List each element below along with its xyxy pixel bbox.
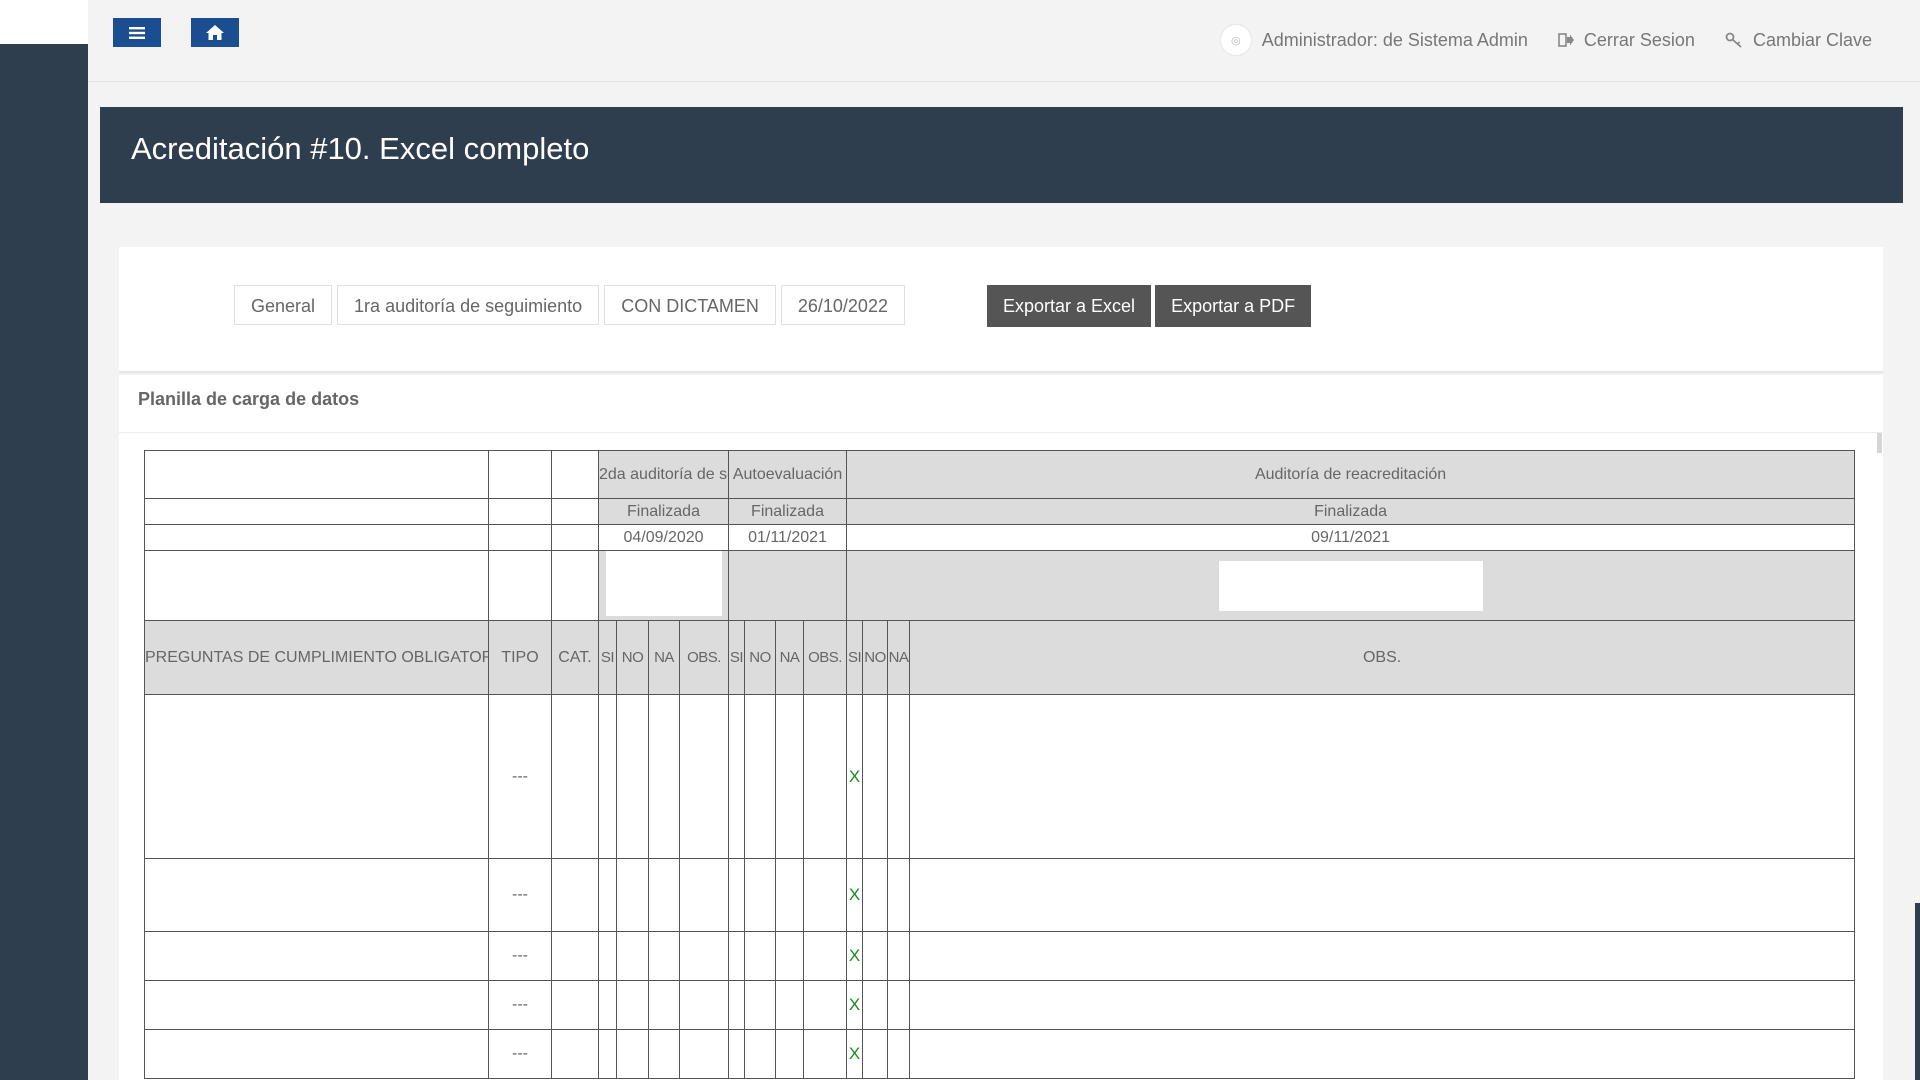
audit-status: Finalizada bbox=[846, 498, 1856, 525]
avatar: ◎ bbox=[1219, 24, 1252, 56]
bars-icon bbox=[129, 26, 145, 39]
logout-label: Cerrar Sesion bbox=[1583, 29, 1695, 50]
signature-cell bbox=[598, 550, 729, 621]
audit-date: 04/09/2020 bbox=[598, 524, 729, 551]
tipo-cell: --- bbox=[488, 694, 552, 859]
question-cell bbox=[144, 694, 489, 859]
signature-image bbox=[1218, 560, 1483, 611]
question-cell bbox=[144, 931, 489, 981]
key-icon bbox=[1725, 32, 1742, 48]
user-name: Administrador: de Sistema Admin bbox=[1261, 29, 1528, 50]
sidebar-logo-area bbox=[0, 0, 88, 44]
summary-panel: General 1ra auditoría de seguimiento CON… bbox=[119, 247, 1883, 373]
table-row: --- X bbox=[144, 980, 1856, 1030]
obs-cell bbox=[909, 980, 1856, 1030]
tipo-cell: --- bbox=[488, 1029, 552, 1079]
menu-toggle-button[interactable] bbox=[113, 18, 161, 47]
column-header-si: SI bbox=[728, 620, 745, 695]
audit-name: Autoevaluación bbox=[727, 450, 848, 499]
column-header-na: NA bbox=[775, 620, 804, 695]
check-mark: X bbox=[846, 980, 864, 1030]
change-password-label: Cambiar Clave bbox=[1752, 29, 1872, 50]
panel-title: Planilla de carga de datos bbox=[138, 389, 360, 409]
column-header-na: NA bbox=[648, 620, 680, 695]
data-sheet-panel: Planilla de carga de datos 2da auditoría… bbox=[119, 375, 1883, 1080]
check-mark: X bbox=[846, 694, 864, 859]
column-header-si: SI bbox=[846, 620, 864, 695]
home-icon bbox=[206, 25, 224, 40]
tag-audit: 1ra auditoría de seguimiento bbox=[337, 285, 600, 325]
table-row: --- X bbox=[144, 858, 1856, 932]
column-header-si: SI bbox=[598, 620, 617, 695]
audit-status: Finalizada bbox=[598, 498, 729, 525]
table-row: --- X bbox=[144, 1029, 1856, 1079]
tag-status: CON DICTAMEN bbox=[604, 285, 776, 325]
tag-type: General bbox=[234, 285, 333, 325]
sign-out-icon bbox=[1558, 33, 1574, 47]
check-mark: X bbox=[846, 1029, 864, 1079]
audit-status: Finalizada bbox=[727, 498, 848, 525]
page-scrollbar[interactable] bbox=[1915, 903, 1920, 1080]
audit-date: 01/11/2021 bbox=[727, 524, 848, 551]
obs-cell bbox=[909, 931, 1856, 981]
table-row: Finalizada Finalizada Finalizada bbox=[144, 498, 1856, 525]
page-title: Acreditación #10. Excel completo bbox=[131, 131, 590, 166]
audit-date: 09/11/2021 bbox=[846, 524, 1856, 551]
column-header-cat: CAT. bbox=[551, 620, 599, 695]
export-pdf-button[interactable]: Exportar a PDF bbox=[1155, 285, 1312, 327]
question-cell bbox=[144, 1029, 489, 1079]
signature-cell bbox=[727, 550, 848, 621]
table-row: 04/09/2020 01/11/2021 09/11/2021 bbox=[144, 524, 1856, 551]
tag-date: 26/10/2022 bbox=[780, 285, 905, 325]
column-header-no: NO bbox=[744, 620, 776, 695]
column-header-obs: OBS. bbox=[802, 620, 848, 695]
change-password-link[interactable]: Cambiar Clave bbox=[1725, 30, 1872, 51]
signature-image bbox=[605, 551, 722, 616]
check-mark: X bbox=[846, 858, 864, 932]
table-header-row: PREGUNTAS DE CUMPLIMIENTO OBLIGATORIO TI… bbox=[144, 620, 1856, 695]
column-header-tipo: TIPO bbox=[488, 620, 552, 695]
obs-cell bbox=[909, 694, 1856, 859]
column-header-no: NO bbox=[862, 620, 889, 695]
obs-cell bbox=[909, 858, 1856, 932]
summary-tags: General 1ra auditoría de seguimiento CON… bbox=[234, 285, 905, 325]
home-button[interactable] bbox=[191, 18, 239, 47]
column-header-question: PREGUNTAS DE CUMPLIMIENTO OBLIGATORIO bbox=[144, 620, 489, 695]
user-area: ◎ Administrador: de Sistema Admin Cerrar… bbox=[1219, 24, 1872, 56]
logout-link[interactable]: Cerrar Sesion bbox=[1558, 30, 1695, 51]
topbar: ◎ Administrador: de Sistema Admin Cerrar… bbox=[88, 0, 1920, 82]
tipo-cell: --- bbox=[488, 931, 552, 981]
tipo-cell: --- bbox=[488, 980, 552, 1030]
check-mark: X bbox=[846, 931, 864, 981]
sidebar bbox=[0, 0, 88, 1080]
divider bbox=[119, 432, 1883, 433]
table-row bbox=[144, 550, 1856, 621]
audit-name: Auditoría de reacreditación bbox=[846, 450, 1856, 499]
column-header-obs: OBS. bbox=[679, 620, 729, 695]
question-cell bbox=[144, 858, 489, 932]
tipo-cell: --- bbox=[488, 858, 552, 932]
table-wrapper: 2da auditoría de seguimiento Autoevaluac… bbox=[144, 450, 1856, 1079]
table-row: 2da auditoría de seguimiento Autoevaluac… bbox=[144, 450, 1856, 499]
audit-name: 2da auditoría de seguimiento bbox=[598, 450, 729, 499]
column-header-no: NO bbox=[616, 620, 649, 695]
signature-cell bbox=[846, 550, 1856, 621]
table-row: --- X bbox=[144, 931, 1856, 981]
panel-scrollbar[interactable] bbox=[1877, 433, 1882, 453]
table-row: --- X bbox=[144, 694, 1856, 859]
question-cell bbox=[144, 980, 489, 1030]
user-menu[interactable]: ◎ Administrador: de Sistema Admin bbox=[1219, 24, 1528, 56]
obs-cell bbox=[909, 1029, 1856, 1079]
data-table: 2da auditoría de seguimiento Autoevaluac… bbox=[144, 450, 1856, 1079]
export-excel-button[interactable]: Exportar a Excel bbox=[987, 285, 1152, 327]
column-header-obs: OBS. bbox=[909, 620, 1856, 695]
column-header-na: NA bbox=[887, 620, 911, 695]
export-buttons: Exportar a Excel Exportar a PDF bbox=[987, 285, 1312, 327]
page-header: Acreditación #10. Excel completo bbox=[100, 107, 1903, 203]
